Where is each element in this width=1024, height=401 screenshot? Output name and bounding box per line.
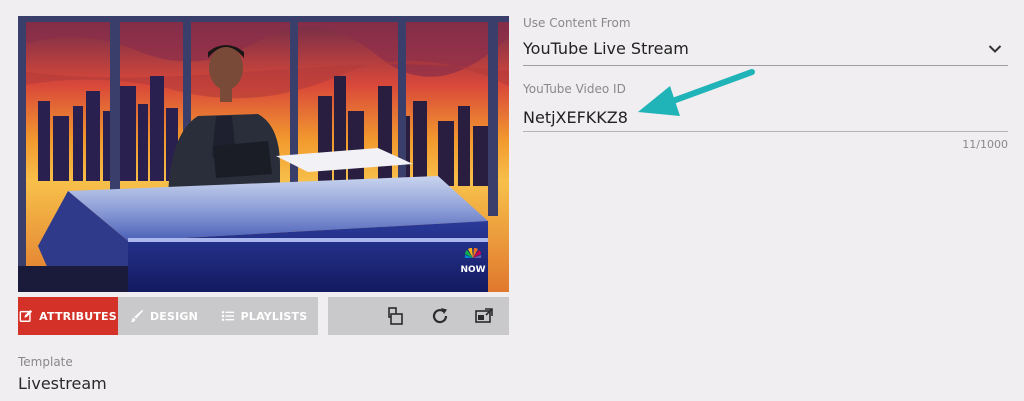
list-icon	[221, 311, 234, 321]
annotation-arrow-icon	[638, 69, 755, 116]
edit-icon	[19, 309, 33, 322]
tab-design-label: DESIGN	[149, 309, 199, 323]
news-studio-image: NOW	[18, 16, 509, 292]
refresh-button[interactable]	[429, 305, 451, 327]
character-counter: 11/1000	[962, 138, 1008, 151]
tab-playlists[interactable]: PLAYLISTS	[210, 297, 318, 335]
tab-attributes-label: ATTRIBUTES	[39, 309, 117, 323]
template-value: Livestream	[18, 374, 107, 393]
layout-button[interactable]	[385, 305, 407, 327]
video-id-input[interactable]	[523, 100, 1008, 132]
layout-icon	[388, 307, 403, 325]
tab-bar: ATTRIBUTES DESIGN PLAYLISTS	[18, 297, 318, 335]
content-source-value: YouTube Live Stream	[523, 39, 689, 58]
expand-icon	[475, 308, 493, 323]
template-label: Template	[18, 355, 73, 369]
tab-playlists-label: PLAYLISTS	[240, 309, 308, 323]
preview-toolbar	[328, 297, 509, 335]
video-preview: NOW	[18, 16, 509, 292]
expand-button[interactable]	[473, 305, 495, 327]
video-id-label: YouTube Video ID	[523, 82, 626, 96]
chevron-down-icon	[988, 45, 1002, 53]
content-source-label: Use Content From	[523, 16, 631, 30]
refresh-icon	[432, 308, 448, 324]
tab-design[interactable]: DESIGN	[118, 297, 210, 335]
brush-icon	[130, 309, 144, 323]
network-logo-text: NOW	[460, 265, 485, 275]
tab-attributes[interactable]: ATTRIBUTES	[18, 297, 118, 335]
content-source-select[interactable]: YouTube Live Stream	[523, 34, 1008, 66]
